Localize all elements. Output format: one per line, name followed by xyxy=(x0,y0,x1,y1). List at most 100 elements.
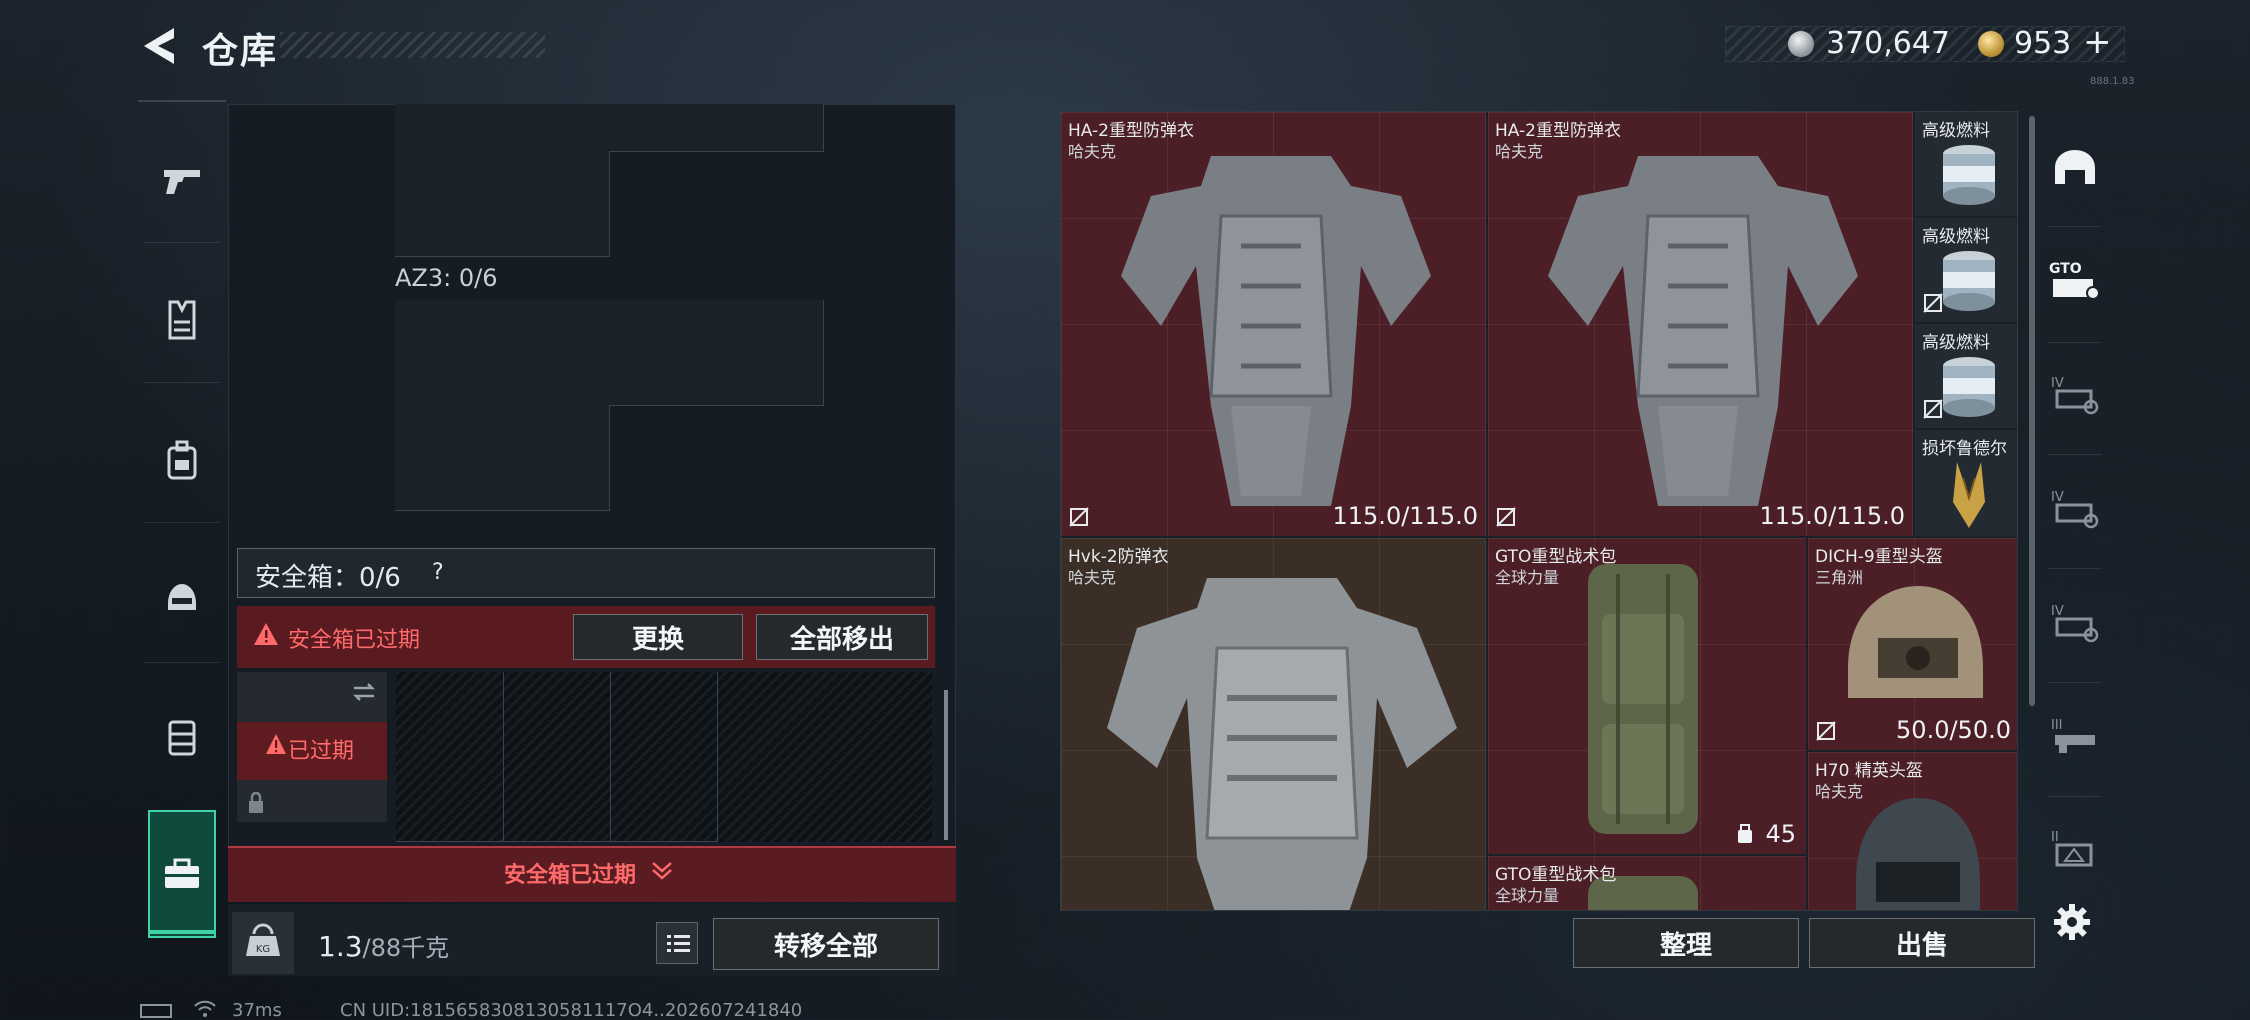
item-brand: 全球力量 xyxy=(1495,886,1560,905)
item-durability: 115.0/115.0 xyxy=(1759,502,1906,530)
nav-helmets[interactable] xyxy=(138,562,226,634)
az3-container-grid xyxy=(395,300,825,516)
armor-vest-image xyxy=(1548,156,1858,506)
backpack-image xyxy=(1588,564,1698,834)
slot-cell[interactable] xyxy=(395,405,503,511)
transfer-all-button[interactable]: 转移全部 xyxy=(713,918,939,970)
svg-text:KG: KG xyxy=(256,944,270,955)
inventory-item-hvk2-vest[interactable]: Hvk-2防弹衣 哈夫克 xyxy=(1061,538,1486,910)
svg-text:IV: IV xyxy=(2051,376,2064,391)
slot-cell[interactable] xyxy=(502,151,610,257)
safe-case-grid xyxy=(396,672,932,842)
item-name: 高级燃料 xyxy=(1922,333,1990,353)
replace-button[interactable]: 更换 xyxy=(573,614,743,660)
back-arrow-icon xyxy=(144,28,174,64)
tier2-filter-icon: II xyxy=(2051,830,2093,867)
item-durability: 115.0/115.0 xyxy=(1332,502,1479,530)
slot-cell[interactable] xyxy=(716,300,824,406)
corner-code: 888.1.83 xyxy=(2090,76,2135,87)
list-view-button[interactable] xyxy=(656,922,698,964)
slot-cell[interactable] xyxy=(502,300,610,406)
safebox-help-button[interactable]: ? xyxy=(432,560,444,585)
warning-icon xyxy=(266,734,286,754)
slot-cell[interactable] xyxy=(502,405,610,511)
inventory-scrollbar[interactable] xyxy=(2029,116,2035,706)
inventory-item-ha2-vest[interactable]: HA-2重型防弹衣 哈夫克 115.0/115.0 xyxy=(1061,112,1486,536)
filter-tier4[interactable]: IV xyxy=(2040,462,2110,552)
fuel-can-image xyxy=(1943,357,1995,417)
filter-divider xyxy=(2048,342,2102,343)
svg-text:GTO: GTO xyxy=(2049,261,2082,277)
helmet-icon xyxy=(168,584,196,610)
inventory-item-gto-backpack[interactable]: GTO重型战术包 全球力量 xyxy=(1488,856,1806,910)
warning-icon xyxy=(254,623,278,645)
nav-divider xyxy=(144,242,220,243)
panel-scrollbar[interactable] xyxy=(944,690,948,840)
rig-icon xyxy=(168,720,196,756)
battery-icon xyxy=(140,1004,172,1018)
armor-vest-image xyxy=(1107,578,1457,910)
slot-cell[interactable] xyxy=(395,151,503,257)
current-weight: 1.3 xyxy=(318,930,363,963)
slot-cell[interactable] xyxy=(609,104,717,152)
weight-icon: KG xyxy=(246,923,280,956)
filter-tier2[interactable]: II xyxy=(2040,802,2110,892)
slot-cell[interactable] xyxy=(609,300,717,406)
nav-backpacks[interactable] xyxy=(138,424,226,496)
filter-tier4[interactable]: IV xyxy=(2040,348,2110,438)
nav-armor[interactable] xyxy=(138,284,226,356)
list-icon xyxy=(667,935,690,952)
svg-text:II: II xyxy=(2051,830,2059,845)
slot-cell[interactable] xyxy=(395,104,503,152)
slot-cell[interactable] xyxy=(502,104,610,152)
inventory-item-dich9-helmet[interactable]: DICH-9重型头盔 三角洲 50.0/50.0 xyxy=(1808,538,2017,750)
swap-icon[interactable] xyxy=(350,680,378,704)
settings-button[interactable] xyxy=(2052,902,2092,942)
inventory-item-gto-backpack[interactable]: GTO重型战术包 全球力量 45 xyxy=(1488,538,1806,854)
filter-divider xyxy=(2048,568,2102,569)
back-button[interactable] xyxy=(138,24,178,68)
weight-value: 1.3/88千克 xyxy=(318,928,449,963)
filter-divider xyxy=(2048,682,2102,683)
slot-cell[interactable] xyxy=(503,672,611,842)
nav-rigs[interactable] xyxy=(138,702,226,774)
gold-amount: 953 xyxy=(2014,26,2072,61)
nav-weapons[interactable] xyxy=(138,144,226,216)
upper-container-grid xyxy=(395,104,825,258)
filter-gto-bag[interactable]: GTO xyxy=(2040,234,2110,324)
no-transfer-icon xyxy=(1496,507,1516,527)
sort-button[interactable]: 整理 xyxy=(1573,918,1799,968)
safebox-capacity-label: 安全箱：0/6 xyxy=(255,563,401,593)
inventory-item-fuel[interactable]: 高级燃料 xyxy=(1915,112,2017,216)
slot-cell[interactable] xyxy=(396,672,504,842)
item-capacity: 45 xyxy=(1765,820,1796,848)
nav-safe-case[interactable] xyxy=(148,810,216,938)
svg-text:III: III xyxy=(2051,718,2063,733)
filter-tier4[interactable]: IV xyxy=(2040,576,2110,666)
slot-cell[interactable] xyxy=(395,300,503,406)
filter-tier3[interactable]: III xyxy=(2040,690,2110,780)
sell-button[interactable]: 出售 xyxy=(1809,918,2035,968)
inventory-item-fuel[interactable]: 高级燃料 xyxy=(1915,324,2017,428)
case-icon xyxy=(165,858,199,888)
chevron-down-icon xyxy=(652,862,672,880)
tier4-filter-icon: IV xyxy=(2051,490,2099,529)
tier3-filter-icon: III xyxy=(2051,718,2095,753)
remove-all-button[interactable]: 全部移出 xyxy=(756,614,928,660)
slot-cell[interactable] xyxy=(610,672,718,842)
add-currency-button[interactable]: + xyxy=(2083,22,2112,62)
item-durability: 50.0/50.0 xyxy=(1896,716,2011,744)
no-transfer-icon xyxy=(1923,293,1943,313)
no-transfer-icon xyxy=(1069,507,1089,527)
fuel-can-image xyxy=(1943,251,1995,311)
item-brand: 哈夫克 xyxy=(1815,782,1864,801)
inventory-item-ha2-vest[interactable]: HA-2重型防弹衣 哈夫克 115.0/115.0 xyxy=(1488,112,1913,536)
filter-helmet[interactable] xyxy=(2040,124,2110,214)
inventory-item-fuel[interactable]: 高级燃料 xyxy=(1915,218,2017,322)
slot-cell[interactable] xyxy=(716,104,824,152)
capacity-icon xyxy=(1738,824,1752,843)
inventory-item-h70-helmet[interactable]: H70 精英头盔 哈夫克 xyxy=(1808,752,2017,910)
inventory-item-damaged[interactable]: 损坏鲁德尔 xyxy=(1915,430,2017,536)
gto-bag-filter-icon: GTO xyxy=(2049,261,2100,300)
title-stripe xyxy=(280,32,545,58)
